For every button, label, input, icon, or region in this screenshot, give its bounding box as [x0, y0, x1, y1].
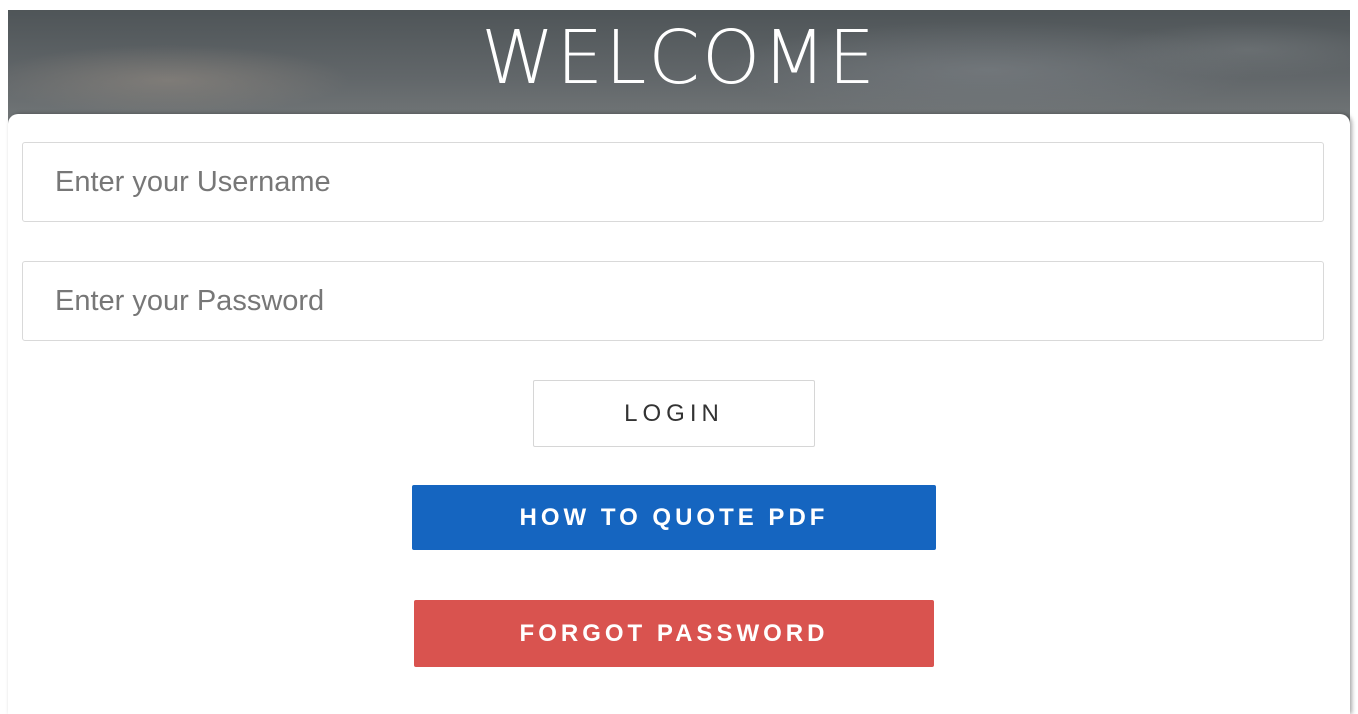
forgot-password-button[interactable]: FORGOT PASSWORD	[414, 600, 934, 667]
login-button[interactable]: LOGIN	[533, 380, 815, 447]
password-input[interactable]	[22, 261, 1324, 341]
username-input[interactable]	[22, 142, 1324, 222]
page-title: WELCOME	[481, 15, 877, 101]
how-to-quote-pdf-button[interactable]: HOW TO QUOTE PDF	[412, 485, 936, 550]
